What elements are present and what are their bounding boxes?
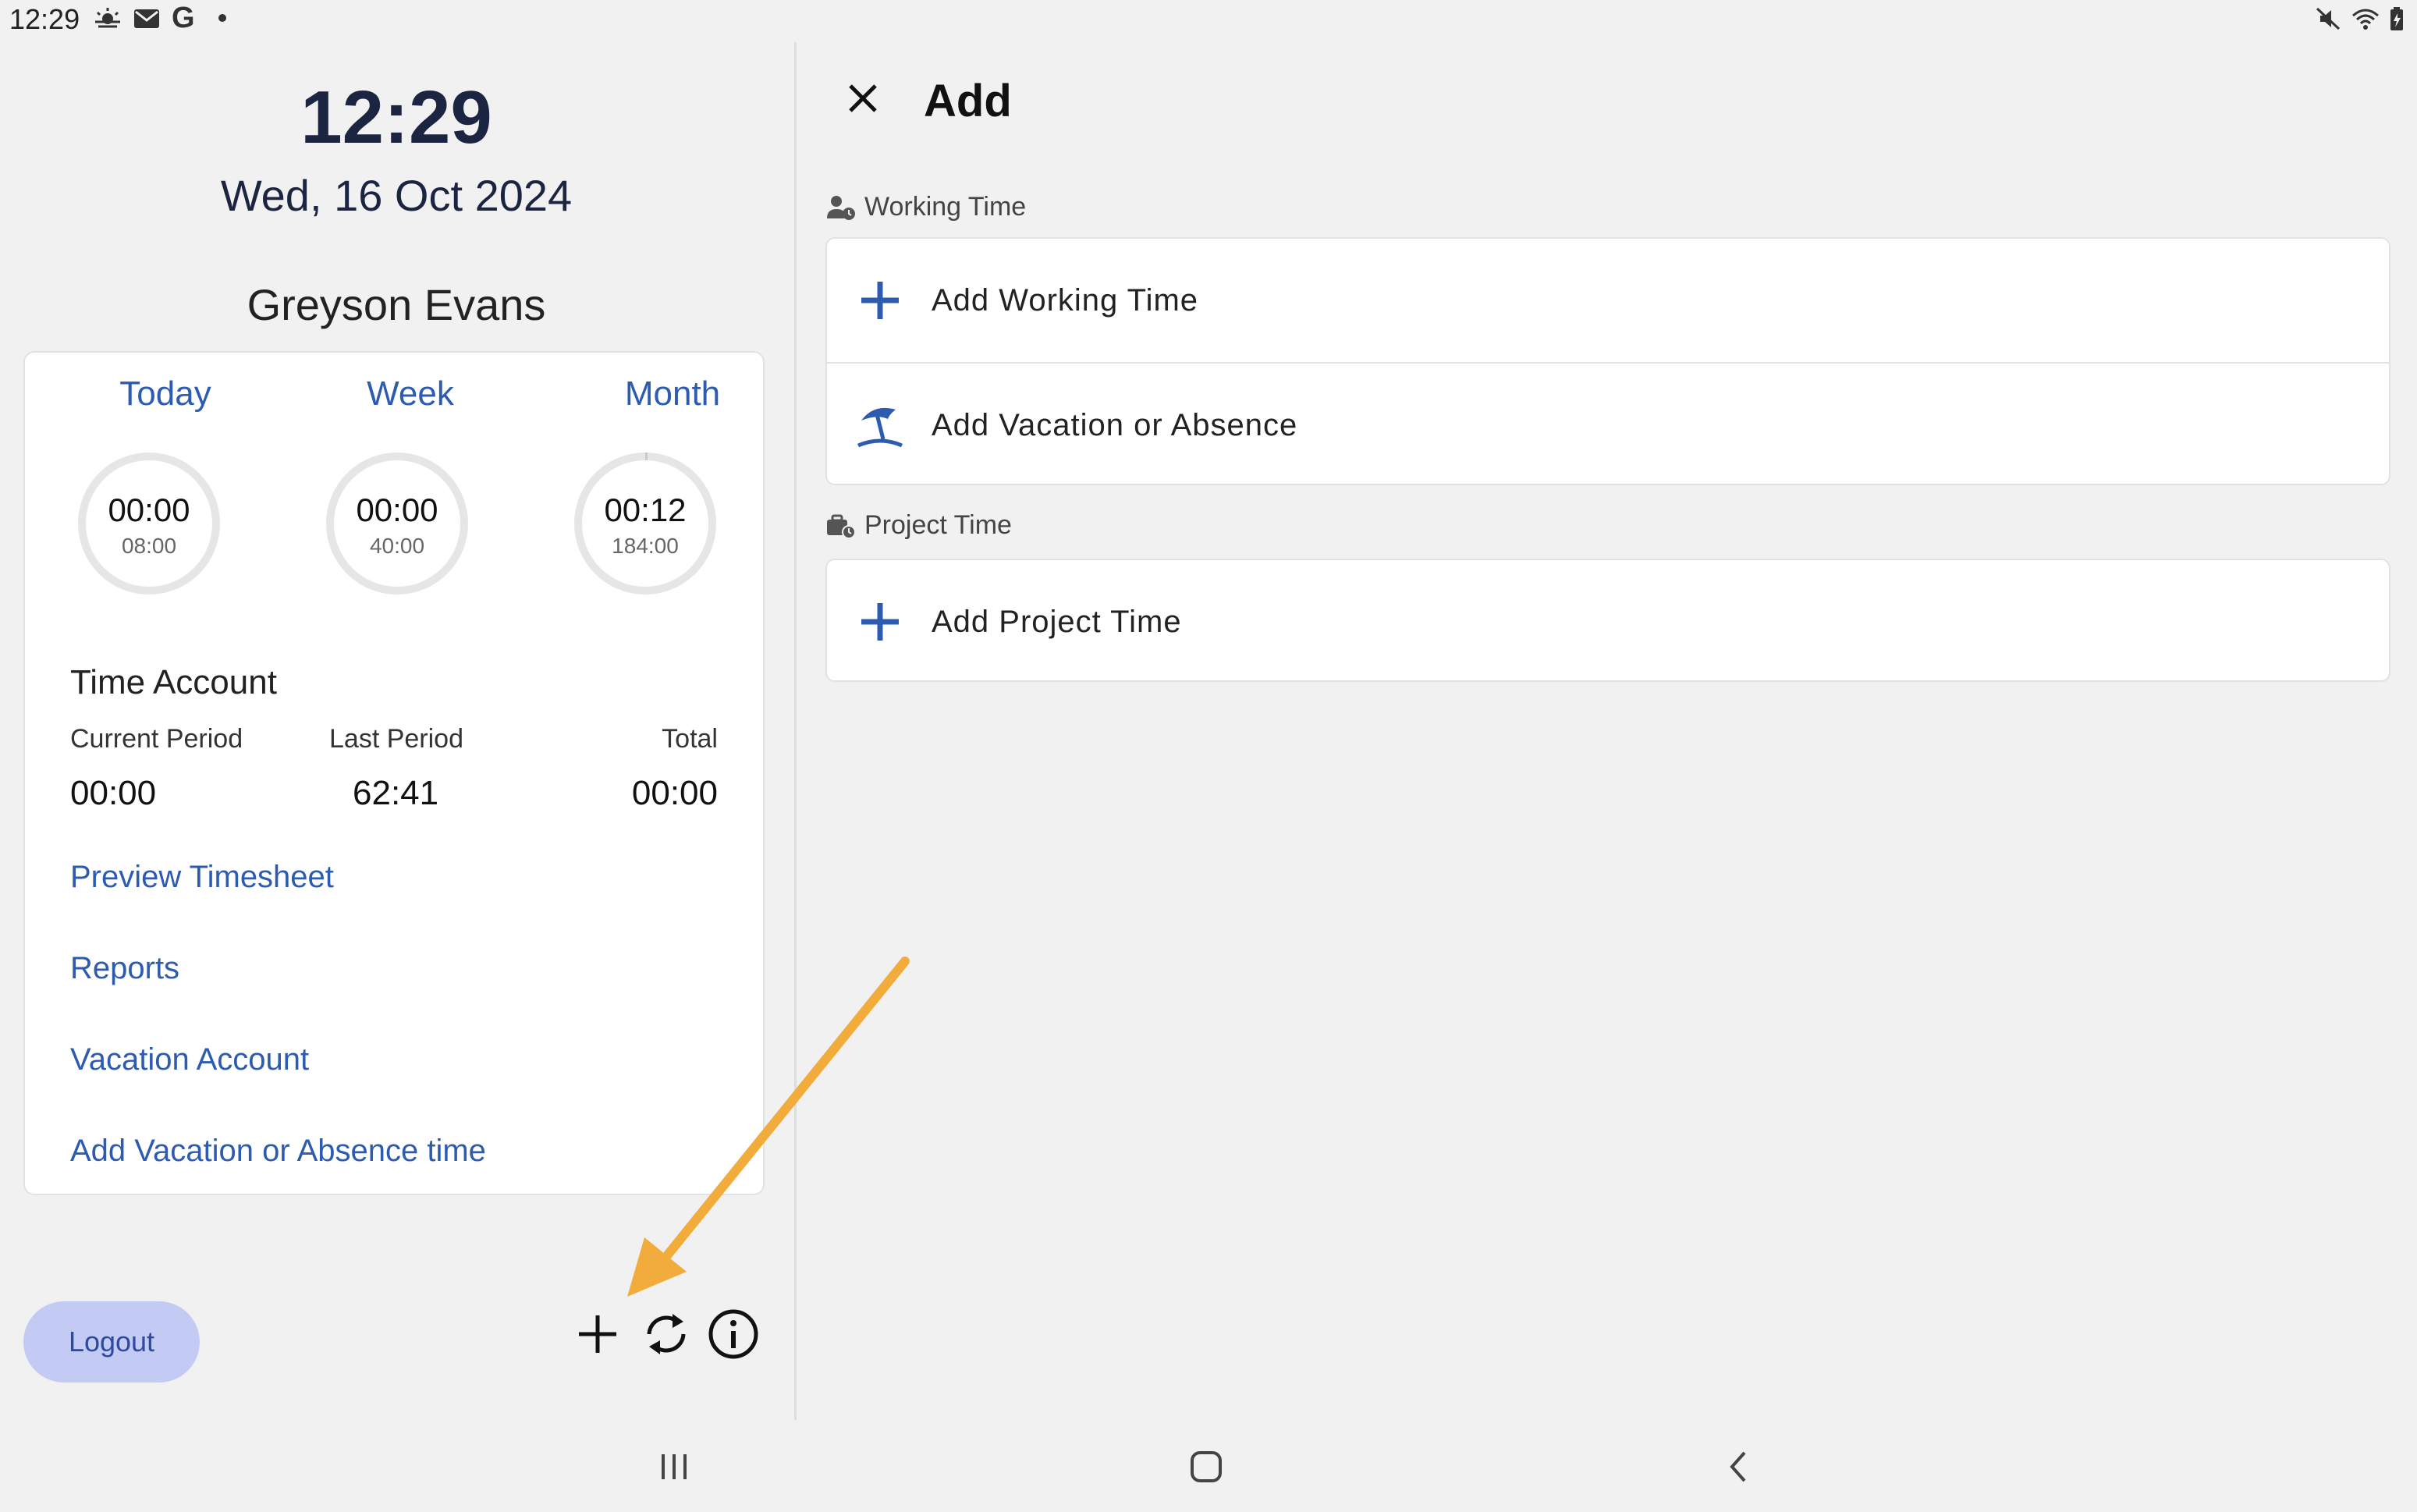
add-vacation-absence-label: Add Vacation or Absence — [932, 407, 1298, 442]
sync-icon[interactable] — [638, 1306, 694, 1362]
notification-dot — [218, 14, 226, 22]
month-target: 184:00 — [612, 534, 679, 558]
screen: 12:29 G 12:29 Wed, 16 Oct 2024 Greyson E… — [0, 0, 2417, 1512]
add-project-time-label: Add Project Time — [932, 604, 1182, 639]
page-title: Add — [924, 76, 1012, 126]
preview-timesheet-link[interactable]: Preview Timesheet — [70, 860, 334, 895]
mute-icon — [2316, 7, 2341, 30]
plus-icon[interactable] — [570, 1306, 626, 1362]
status-bar: 12:29 G — [0, 0, 2417, 39]
logout-button[interactable]: Logout — [23, 1301, 200, 1382]
recent-apps-icon[interactable] — [651, 1443, 697, 1490]
google-icon: G — [172, 2, 195, 34]
info-icon[interactable] — [705, 1306, 761, 1362]
month-ring: 00:12 184:00 — [573, 451, 718, 596]
period-label-week[interactable]: Week — [317, 374, 504, 413]
close-icon[interactable] — [841, 76, 885, 120]
week-target: 40:00 — [369, 534, 425, 558]
period-label-today[interactable]: Today — [72, 374, 259, 413]
current-period-value: 00:00 — [70, 774, 157, 812]
section-header-working-time: Working Time — [825, 192, 1026, 222]
home-icon[interactable] — [1183, 1443, 1230, 1490]
weather-icon — [95, 8, 120, 28]
last-period-label: Last Period — [329, 724, 463, 754]
status-time: 12:29 — [9, 3, 80, 35]
briefcase-clock-icon — [827, 514, 856, 539]
section-header-label: Project Time — [864, 510, 1012, 540]
add-vacation-absence-row[interactable]: Add Vacation or Absence — [827, 364, 2389, 487]
today-ring: 00:00 08:00 — [76, 451, 222, 596]
section-header-label: Working Time — [864, 192, 1027, 222]
user-name: Greyson Evans — [247, 280, 546, 329]
week-value: 00:00 — [356, 492, 438, 528]
month-value: 00:12 — [604, 492, 687, 528]
summary-card: Today Week Month 00:00 08:00 00:00 40:00… — [23, 351, 765, 1195]
current-period-label: Current Period — [70, 724, 243, 754]
time-account-title: Time Account — [70, 663, 277, 701]
today-target: 08:00 — [121, 534, 177, 558]
back-icon[interactable] — [1715, 1443, 1762, 1490]
mail-icon — [134, 9, 159, 28]
total-label: Total — [662, 724, 718, 754]
date: Wed, 16 Oct 2024 — [220, 171, 573, 220]
plus-icon — [861, 282, 899, 319]
period-label-month[interactable]: Month — [579, 374, 766, 413]
vacation-account-link[interactable]: Vacation Account — [70, 1042, 309, 1077]
project-time-card: Add Project Time — [825, 559, 2390, 682]
add-project-time-row[interactable]: Add Project Time — [827, 560, 2389, 683]
reports-link[interactable]: Reports — [70, 951, 179, 986]
add-working-time-label: Add Working Time — [932, 282, 1199, 318]
person-clock-icon — [827, 195, 855, 220]
today-value: 00:00 — [108, 492, 190, 528]
add-working-time-row[interactable]: Add Working Time — [827, 239, 2389, 362]
last-period-value: 62:41 — [353, 774, 439, 812]
plus-icon — [861, 603, 899, 641]
section-header-project-time: Project Time — [825, 510, 1012, 541]
working-time-card: Add Working Time Add Vacation or Absence — [825, 237, 2390, 485]
clock: 12:29 — [300, 76, 492, 159]
wifi-icon — [2352, 9, 2379, 30]
total-value: 00:00 — [631, 774, 718, 812]
week-ring: 00:00 40:00 — [325, 451, 470, 596]
battery-icon — [2390, 7, 2403, 30]
beach-umbrella-icon — [857, 407, 903, 448]
panel-divider — [794, 42, 797, 1420]
add-vacation-absence-link[interactable]: Add Vacation or Absence time — [70, 1134, 486, 1169]
